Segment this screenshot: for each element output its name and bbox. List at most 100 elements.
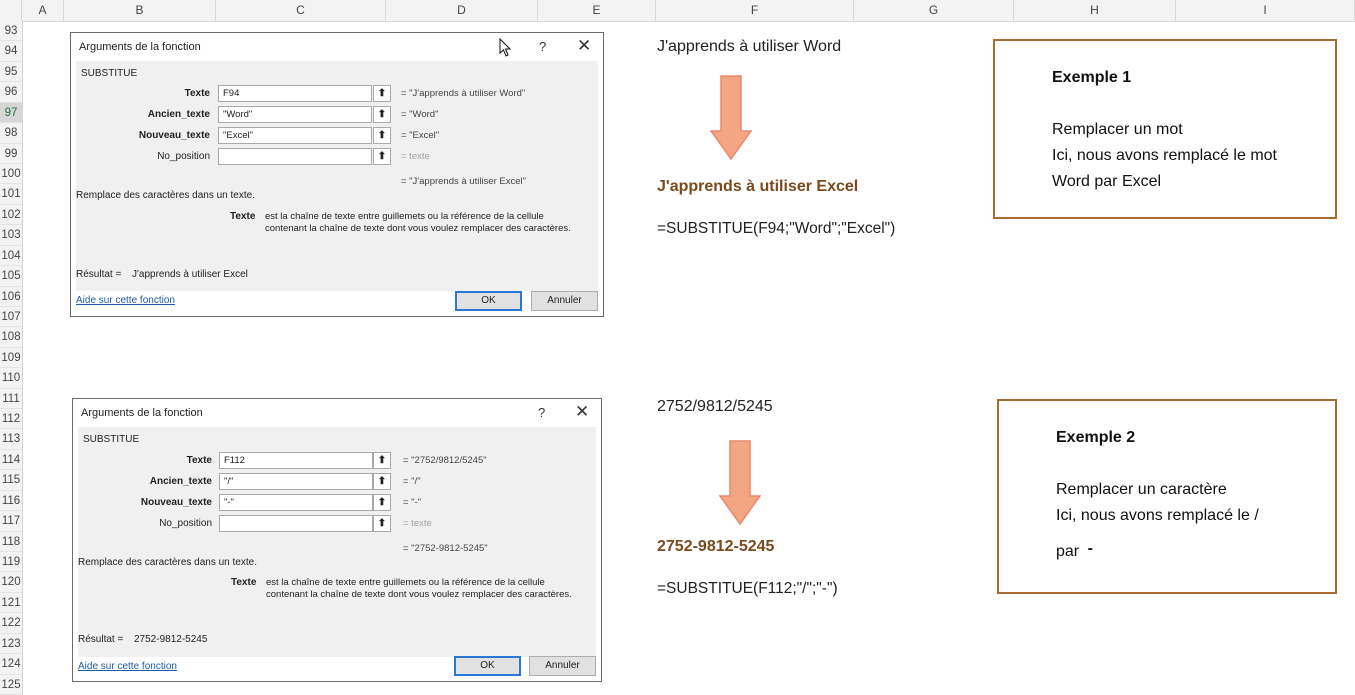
row-header-94[interactable]: 94 bbox=[0, 41, 22, 62]
function-name: SUBSTITUE bbox=[81, 68, 138, 79]
collapse-arg-icon[interactable]: ⬆ bbox=[373, 127, 391, 144]
arg-input-texte[interactable]: F112 bbox=[219, 452, 373, 469]
row-header-99[interactable]: 99 bbox=[0, 144, 22, 164]
result-label: Résultat = bbox=[78, 634, 124, 645]
column-header-F[interactable]: F bbox=[656, 0, 854, 21]
close-icon[interactable]: ✕ bbox=[575, 402, 589, 422]
down-arrow-icon bbox=[709, 75, 753, 161]
source-text-cell[interactable]: 2752/9812/5245 bbox=[657, 398, 773, 416]
arg-input-nouveau-texte[interactable]: "Excel" bbox=[218, 127, 372, 144]
example-title: Exemple 2 bbox=[1056, 429, 1136, 446]
cancel-button[interactable]: Annuler bbox=[529, 656, 596, 676]
column-header-B[interactable]: B bbox=[64, 0, 216, 21]
help-link[interactable]: Aide sur cette fonction bbox=[76, 295, 175, 306]
formula-result: = "J'apprends à utiliser Excel" bbox=[401, 176, 526, 187]
formula-cell[interactable]: =SUBSTITUE(F112;"/";"-") bbox=[657, 580, 838, 598]
collapse-arg-icon[interactable]: ⬆ bbox=[373, 515, 391, 532]
row-header-118[interactable]: 118 bbox=[0, 532, 22, 553]
row-header-124[interactable]: 124 bbox=[0, 654, 22, 675]
row-header-115[interactable]: 115 bbox=[0, 470, 22, 491]
arg-label-nouveau-texte: Nouveau_texte bbox=[138, 130, 210, 141]
dash-symbol: - bbox=[1087, 540, 1093, 557]
row-header-95[interactable]: 95 bbox=[0, 62, 22, 83]
ok-button[interactable]: OK bbox=[455, 291, 522, 311]
arg-help-label: Texte bbox=[230, 211, 256, 222]
row-header-98[interactable]: 98 bbox=[0, 123, 22, 144]
row-header-119[interactable]: 119 bbox=[0, 552, 22, 573]
column-header-I[interactable]: I bbox=[1176, 0, 1355, 21]
arg-label-no-position: No_position bbox=[159, 518, 212, 529]
example-line-3: par - bbox=[1056, 540, 1093, 561]
arg-input-ancien-texte[interactable]: "/" bbox=[219, 473, 373, 490]
help-link[interactable]: Aide sur cette fonction bbox=[78, 661, 177, 672]
column-header-E[interactable]: E bbox=[538, 0, 656, 21]
cancel-button[interactable]: Annuler bbox=[531, 291, 598, 311]
row-header-125[interactable]: 125 bbox=[0, 675, 22, 695]
arg-result-nouveau-texte: = "Excel" bbox=[401, 130, 440, 141]
arg-help-line-1: est la chaîne de texte entre guillemets … bbox=[265, 211, 544, 222]
column-header-G[interactable]: G bbox=[854, 0, 1014, 21]
arg-label-nouveau-texte: Nouveau_texte bbox=[140, 497, 212, 508]
source-text-cell[interactable]: J'apprends à utiliser Word bbox=[657, 38, 841, 56]
column-header-C[interactable]: C bbox=[216, 0, 386, 21]
row-header-102[interactable]: 102 bbox=[0, 205, 22, 226]
example-line-1: Remplacer un mot bbox=[1052, 121, 1183, 138]
row-header-105[interactable]: 105 bbox=[0, 266, 22, 287]
row-header-97[interactable]: 97 bbox=[0, 102, 22, 124]
help-icon[interactable]: ? bbox=[539, 39, 546, 54]
example-2-box[interactable]: Exemple 2 Remplacer un caractère Ici, no… bbox=[997, 399, 1337, 594]
row-header-117[interactable]: 117 bbox=[0, 511, 22, 532]
row-header-101[interactable]: 101 bbox=[0, 184, 22, 205]
column-header-A[interactable]: A bbox=[22, 0, 64, 21]
row-header-96[interactable]: 96 bbox=[0, 82, 22, 103]
row-header-106[interactable]: 106 bbox=[0, 287, 22, 307]
result-text-cell[interactable]: 2752-9812-5245 bbox=[657, 538, 774, 556]
row-header-120[interactable]: 120 bbox=[0, 572, 22, 593]
example-line-2: Ici, nous avons remplacé le mot bbox=[1052, 147, 1277, 164]
help-icon[interactable]: ? bbox=[538, 405, 545, 420]
formula-cell[interactable]: =SUBSTITUE(F94;"Word";"Excel") bbox=[657, 220, 895, 238]
row-header-104[interactable]: 104 bbox=[0, 246, 22, 267]
ok-button[interactable]: OK bbox=[454, 656, 521, 676]
row-header-122[interactable]: 122 bbox=[0, 613, 22, 634]
row-header-103[interactable]: 103 bbox=[0, 225, 22, 246]
row-header-107[interactable]: 107 bbox=[0, 307, 22, 328]
collapse-arg-icon[interactable]: ⬆ bbox=[373, 494, 391, 511]
corner-select-all[interactable] bbox=[0, 0, 22, 21]
example-1-box[interactable]: Exemple 1 Remplacer un mot Ici, nous avo… bbox=[993, 39, 1337, 219]
row-header-114[interactable]: 114 bbox=[0, 450, 22, 471]
row-header-109[interactable]: 109 bbox=[0, 348, 22, 369]
arg-input-no-position[interactable] bbox=[218, 148, 372, 165]
row-header-112[interactable]: 112 bbox=[0, 409, 22, 430]
column-header-H[interactable]: H bbox=[1014, 0, 1176, 21]
dialog-title: Arguments de la fonction bbox=[81, 407, 203, 419]
down-arrow-icon bbox=[718, 440, 762, 526]
result-value: J'apprends à utiliser Excel bbox=[132, 269, 248, 280]
row-header-108[interactable]: 108 bbox=[0, 327, 22, 348]
collapse-arg-icon[interactable]: ⬆ bbox=[373, 85, 391, 102]
arg-input-ancien-texte[interactable]: "Word" bbox=[218, 106, 372, 123]
arg-input-nouveau-texte[interactable]: "-" bbox=[219, 494, 373, 511]
row-header-111[interactable]: 111 bbox=[0, 389, 22, 410]
result-text-cell[interactable]: J'apprends à utiliser Excel bbox=[657, 178, 858, 196]
function-name: SUBSTITUE bbox=[83, 434, 140, 445]
collapse-arg-icon[interactable]: ⬆ bbox=[373, 148, 391, 165]
row-header-123[interactable]: 123 bbox=[0, 634, 22, 655]
collapse-arg-icon[interactable]: ⬆ bbox=[373, 452, 391, 469]
result-value: 2752-9812-5245 bbox=[134, 634, 208, 645]
row-header-116[interactable]: 116 bbox=[0, 491, 22, 512]
row-header-113[interactable]: 113 bbox=[0, 429, 22, 450]
row-header-100[interactable]: 100 bbox=[0, 164, 22, 185]
row-header-93[interactable]: 93 bbox=[0, 21, 22, 42]
arg-input-no-position[interactable] bbox=[219, 515, 373, 532]
column-header-D[interactable]: D bbox=[386, 0, 538, 21]
arg-result-ancien-texte: = "Word" bbox=[401, 109, 439, 120]
collapse-arg-icon[interactable]: ⬆ bbox=[373, 473, 391, 490]
collapse-arg-icon[interactable]: ⬆ bbox=[373, 106, 391, 123]
row-header-110[interactable]: 110 bbox=[0, 368, 22, 389]
close-icon[interactable]: ✕ bbox=[577, 36, 591, 56]
example-line-3: Word par Excel bbox=[1052, 173, 1162, 190]
arg-input-texte[interactable]: F94 bbox=[218, 85, 372, 102]
row-header-121[interactable]: 121 bbox=[0, 593, 22, 614]
function-arguments-dialog-2: Arguments de la fonction ? ✕ SUBSTITUE T… bbox=[72, 398, 602, 682]
